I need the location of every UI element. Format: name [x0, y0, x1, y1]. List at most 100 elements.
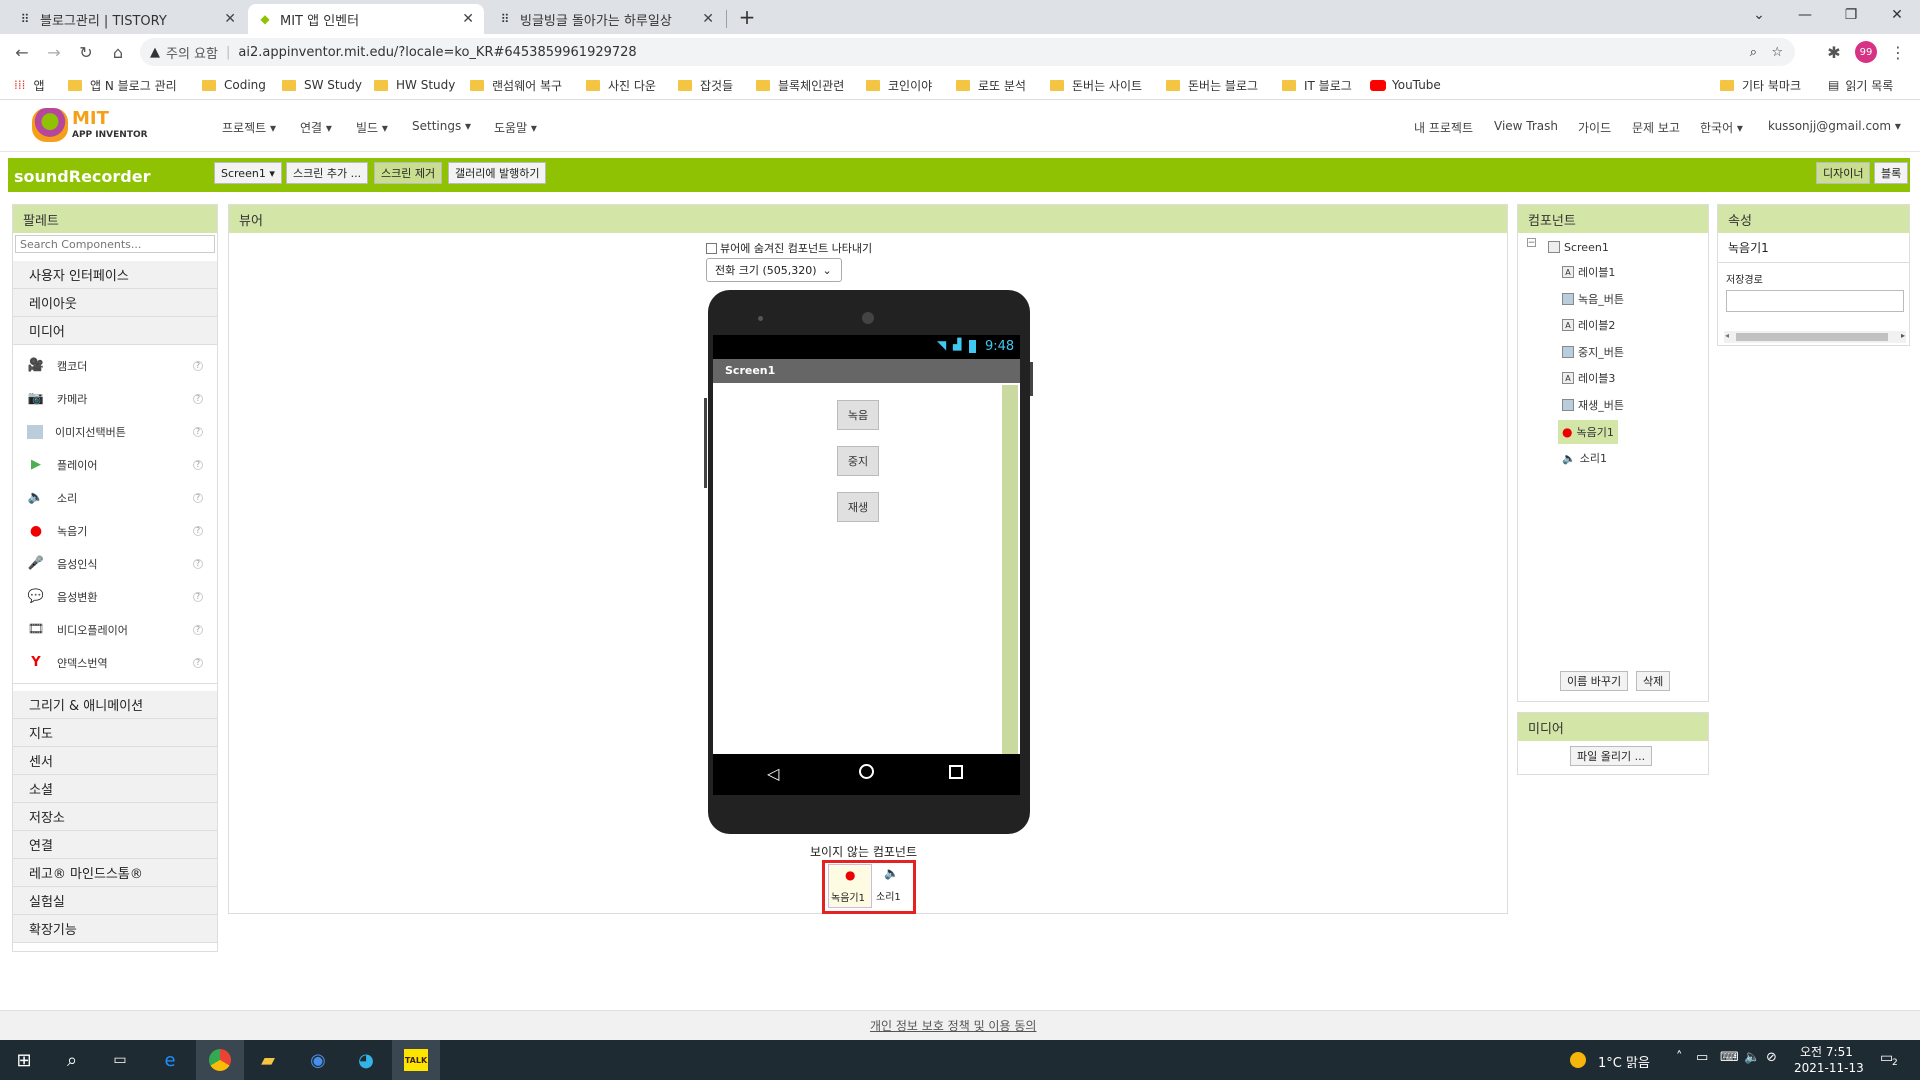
bookmark-item[interactable]: IT 블로그 — [1282, 76, 1352, 94]
help-icon[interactable]: ? — [193, 360, 203, 371]
clock-date[interactable]: 2021-11-13 — [1794, 1061, 1864, 1075]
blocks-button[interactable]: 블록 — [1874, 162, 1909, 184]
nonvisible-recorder[interactable]: ● 녹음기1 — [828, 864, 872, 908]
bookmark-item[interactable]: 돈버는 사이트 — [1050, 76, 1142, 94]
bookmark-item[interactable]: 사진 다운 — [586, 76, 656, 94]
menu-guide[interactable]: 가이드 — [1578, 119, 1611, 136]
tab-tistory[interactable]: ⠿ 블로그관리 | TISTORY ✕ — [8, 4, 246, 34]
restore-icon[interactable]: ❐ — [1828, 0, 1874, 30]
category-sensors[interactable]: 센서 — [13, 747, 217, 775]
app-inventor-logo[interactable]: MIT APP INVENTOR — [32, 106, 152, 146]
bookmark-other[interactable]: 기타 북마크 — [1720, 76, 1801, 94]
bookmark-item[interactable]: 블록체인관련 — [756, 76, 844, 94]
bookmark-youtube[interactable]: YouTube — [1370, 76, 1441, 94]
keyboard-icon[interactable]: ⌨ — [1720, 1050, 1739, 1065]
bookmark-item[interactable]: 로또 분석 — [956, 76, 1026, 94]
palette-item-camera[interactable]: 📷 카메라? — [13, 382, 217, 415]
collapse-icon[interactable]: − — [1527, 238, 1536, 248]
home-icon[interactable]: ⌂ — [106, 40, 130, 64]
tab-app-inventor[interactable]: ◆ MIT 앱 인벤터 ✕ — [248, 4, 484, 34]
help-icon[interactable]: ? — [193, 558, 203, 569]
help-icon[interactable]: ? — [193, 426, 203, 437]
back-icon[interactable]: ← — [10, 40, 34, 64]
star-icon[interactable]: ☆ — [1771, 45, 1783, 60]
menu-connect[interactable]: 연결 ▾ — [300, 119, 332, 136]
designer-button[interactable]: 디자이너 — [1816, 162, 1871, 184]
bookmark-item[interactable]: HW Study — [374, 76, 455, 94]
scroll-right-icon[interactable]: ▸ — [1901, 331, 1905, 340]
clock-time[interactable]: 오전 7:51 — [1800, 1043, 1853, 1060]
close-icon[interactable]: ✕ — [702, 11, 714, 27]
phone-size-select[interactable]: 전화 크기 (505,320) ⌄ — [706, 258, 842, 282]
file-explorer-icon[interactable]: ▰ — [244, 1040, 292, 1080]
menu-settings[interactable]: Settings ▾ — [412, 119, 471, 133]
zoom-icon[interactable]: ⌕ — [1750, 45, 1757, 60]
bookmark-apps[interactable]: ⁞⁞⁞ 앱 — [14, 76, 45, 94]
scrollbar-thumb[interactable] — [1736, 333, 1888, 341]
category-user-interface[interactable]: 사용자 인터페이스 — [13, 261, 217, 289]
upload-file-button[interactable]: 파일 올리기 ... — [1570, 746, 1653, 766]
bookmark-item[interactable]: 앱 N 블로그 관리 — [68, 76, 177, 94]
save-path-input[interactable] — [1726, 290, 1904, 312]
delete-button[interactable]: 삭제 — [1636, 671, 1671, 691]
profile-avatar[interactable]: 99 — [1854, 40, 1878, 64]
bookmark-item[interactable]: SW Study — [282, 76, 362, 94]
category-drawing[interactable]: 그리기 & 애니메이션 — [13, 691, 217, 719]
category-media[interactable]: 미디어 — [13, 317, 217, 345]
category-layout[interactable]: 레이아웃 — [13, 289, 217, 317]
category-storage[interactable]: 저장소 — [13, 803, 217, 831]
edge-icon[interactable]: ◕ — [342, 1040, 390, 1080]
remove-screen-button[interactable]: 스크린 제거 — [374, 162, 443, 184]
menu-help[interactable]: 도움말 ▾ — [494, 119, 537, 136]
bookmark-item[interactable]: 돈버는 블로그 — [1166, 76, 1258, 94]
kakaotalk-icon[interactable]: TALK — [392, 1040, 440, 1080]
tray-up-icon[interactable]: ˄ — [1676, 1050, 1683, 1065]
category-extensions[interactable]: 확장기능 — [13, 915, 217, 943]
tree-screen1[interactable]: Screen1 — [1548, 236, 1609, 258]
minimize-icon[interactable]: — — [1782, 0, 1828, 30]
windows-start-icon[interactable]: ⊞ — [0, 1040, 48, 1080]
reload-icon[interactable]: ↻ — [74, 40, 98, 64]
show-hidden-components[interactable]: 뷰어에 숨겨진 컴포넌트 나타내기 — [706, 240, 872, 256]
search-components-input[interactable] — [15, 235, 215, 253]
help-icon[interactable]: ? — [193, 624, 203, 635]
menu-view-trash[interactable]: View Trash — [1494, 119, 1558, 133]
search-icon[interactable]: ⌕ — [48, 1040, 96, 1080]
tree-item[interactable]: 중지_버튼 — [1562, 341, 1624, 363]
task-view-icon[interactable]: ▭ — [96, 1040, 144, 1080]
tree-item[interactable]: A 레이블2 — [1562, 314, 1615, 336]
bookmark-item[interactable]: 잡것들 — [678, 76, 733, 94]
palette-item-player[interactable]: ▶ 플레이어? — [13, 448, 217, 481]
omnibox[interactable]: ▲ 주의 요함 | ai2.appinventor.mit.edu/?local… — [140, 38, 1795, 66]
help-icon[interactable]: ? — [193, 525, 203, 536]
close-window-icon[interactable]: ✕ — [1874, 0, 1920, 30]
rename-button[interactable]: 이름 바꾸기 — [1560, 671, 1629, 691]
palette-item-sound[interactable]: 🔈 소리? — [13, 481, 217, 514]
record-button[interactable]: 녹음 — [837, 400, 879, 430]
chrome-icon[interactable] — [196, 1040, 244, 1080]
menu-account[interactable]: kussonjj@gmail.com ▾ — [1768, 119, 1901, 133]
stop-button[interactable]: 중지 — [837, 446, 879, 476]
new-tab-button[interactable]: + — [724, 2, 770, 32]
close-icon[interactable]: ✕ — [462, 11, 474, 27]
category-lego[interactable]: 레고® 마인드스톰® — [13, 859, 217, 887]
bookmark-item[interactable]: Coding — [202, 76, 266, 94]
palette-item-yandex[interactable]: Y 얀덱스번역? — [13, 646, 217, 679]
menu-report[interactable]: 문제 보고 — [1632, 119, 1680, 136]
screen-select[interactable]: Screen1 ▾ — [214, 162, 282, 184]
bookmark-item[interactable]: 랜섬웨어 복구 — [470, 76, 562, 94]
extensions-icon[interactable]: ✱ — [1822, 40, 1846, 64]
nonvisible-sound[interactable]: 🔈 소리1 — [874, 864, 910, 908]
palette-item-videoplayer[interactable]: 🎞 비디오플레이어? — [13, 613, 217, 646]
tree-item[interactable]: 🔈 소리1 — [1562, 447, 1607, 469]
palette-item-camcorder[interactable]: 🎥 캠코더? — [13, 349, 217, 382]
help-icon[interactable]: ? — [193, 459, 203, 470]
help-icon[interactable]: ? — [193, 393, 203, 404]
close-icon[interactable]: ✕ — [224, 11, 236, 27]
tree-item-selected[interactable]: ● 녹음기1 — [1558, 420, 1618, 444]
category-experimental[interactable]: 실험실 — [13, 887, 217, 915]
tree-item[interactable]: A 레이블3 — [1562, 367, 1615, 389]
palette-item-speechrecognizer[interactable]: 🎤 음성인식? — [13, 547, 217, 580]
tab-blog[interactable]: ⠿ 빙글빙글 돌아가는 하루일상 ✕ — [488, 4, 724, 34]
checkbox[interactable] — [706, 242, 717, 254]
